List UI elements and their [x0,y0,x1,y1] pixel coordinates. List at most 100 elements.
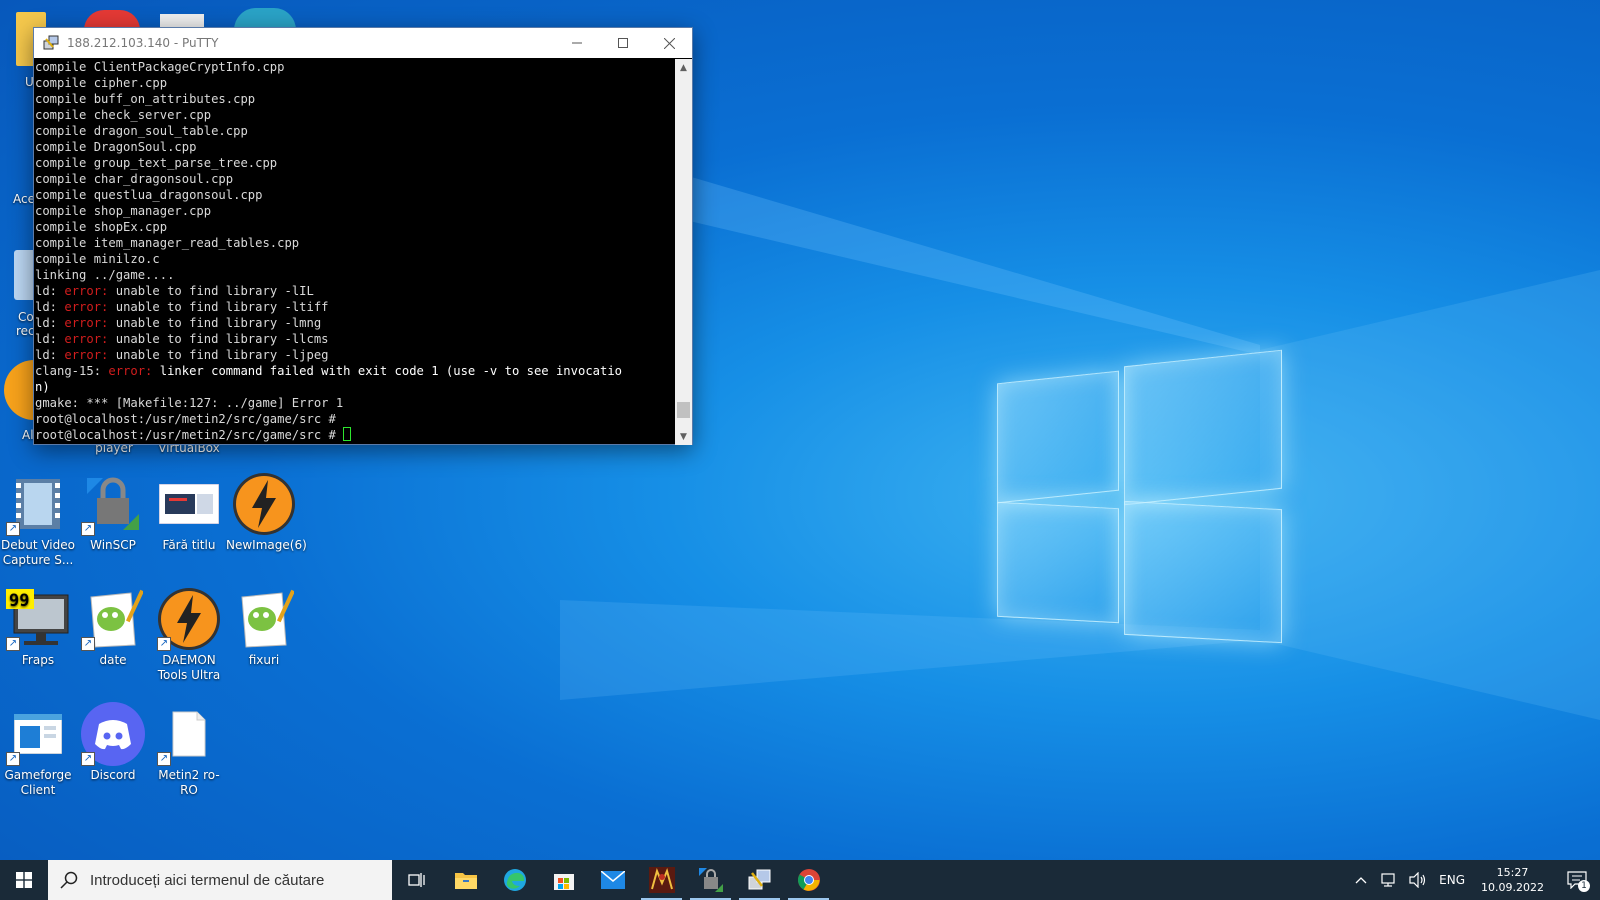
task-view-icon [407,873,425,887]
terminal-line: compile char_dragonsoul.cpp [35,171,665,187]
desktop-icon-label: Fără titlu [162,538,216,552]
terminal-line: ld: error: unable to find library -ljpeg [35,347,665,363]
putty-button[interactable] [735,860,784,900]
language-label: ENG [1439,873,1466,887]
store-button[interactable] [539,860,588,900]
terminal-text: gmake: *** [Makefile:127: ../game] Error… [35,396,344,410]
terminal-text: ld: [35,332,65,346]
terminal-line: clang-15: error: linker command failed w… [35,363,665,379]
winscp-icon [698,868,723,892]
desktop-icon-daemon-tools[interactable]: ↗ DAEMON Tools Ultra [151,587,227,683]
edge-button[interactable] [490,860,539,900]
terminal-text: compile questlua_dragonsoul.cpp [35,188,263,202]
desktop-icon-date[interactable]: ↗ date [75,587,151,668]
terminal-line: compile group_text_parse_tree.cpp [35,155,665,171]
putty-icon [748,869,770,890]
desktop-icon-discord[interactable]: ↗ Discord [75,702,151,783]
terminal-scrollbar[interactable]: ▲ ▼ [675,59,692,445]
desktop-icon-label: date [99,653,127,667]
putty-icon [43,35,59,51]
volume-button[interactable] [1403,860,1433,900]
desktop-icon-fraps[interactable]: 99 ↗ Fraps [0,587,76,668]
desktop-icon-metin2[interactable]: ↗ Metin2 ro-RO [151,702,227,798]
windows-start-icon [16,872,32,888]
chevron-up-icon [1355,877,1367,884]
minimize-icon [572,42,582,44]
terminal-cursor [343,427,352,441]
close-button[interactable] [646,28,692,58]
action-center-button[interactable]: 1 [1554,860,1600,900]
desktop-icon-label: rec [16,324,35,338]
terminal-text: ld: [35,300,65,314]
desktop-icon-label: Ace [13,192,35,206]
terminal-text: compile ClientPackageCryptInfo.cpp [35,60,285,74]
language-indicator[interactable]: ENG [1433,860,1471,900]
desktop-icon-gameforge[interactable]: ↗ Gameforge Client [0,702,76,798]
terminal-line: compile check_server.cpp [35,107,665,123]
terminal-error-text: error: [64,316,109,330]
metin2-icon [648,867,675,893]
desktop-icon-fixuri[interactable]: fixuri [226,587,302,668]
terminal-text: root@localhost:/usr/metin2/src/game/src … [35,412,344,426]
winscp-button[interactable] [686,860,735,900]
minimize-button[interactable] [554,28,600,58]
terminal-error-text: error: [108,364,153,378]
terminal-line: compile minilzo.c [35,251,665,267]
video-capture-icon: ↗ [6,472,70,536]
terminal-text: compile shop_manager.cpp [35,204,212,218]
terminal-line: ld: error: unable to find library -llcms [35,331,665,347]
desktop-icon-winscp[interactable]: ↗ WinSCP [75,472,151,553]
desktop-icon-newimage[interactable]: NewImage(6) [226,472,307,553]
terminal-error-text: error: [64,284,109,298]
discord-icon: ↗ [81,702,145,766]
terminal-text: compile DragonSoul.cpp [35,140,197,154]
search-placeholder: Introduceți aici termenul de căutare [90,871,325,889]
mail-button[interactable] [588,860,637,900]
clock-date: 10.09.2022 [1481,881,1544,894]
desktop-icon-label: fixuri [248,653,280,667]
desktop-icon-label: WinSCP [90,538,136,552]
maximize-icon [618,38,628,48]
task-view-button[interactable] [392,860,441,900]
putty-title: 188.212.103.140 - PuTTY [67,36,219,50]
terminal-text: compile group_text_parse_tree.cpp [35,156,278,170]
clock[interactable]: 15:27 10.09.2022 [1471,865,1554,895]
notepad-plus-icon: ↗ [81,587,145,651]
svg-text:99: 99 [9,591,29,611]
network-button[interactable] [1373,860,1403,900]
terminal-output[interactable]: compile ClientPackageCryptInfo.cpp compil… [35,59,665,445]
chrome-icon [797,869,820,891]
scroll-thumb[interactable] [677,402,690,418]
terminal-line: compile questlua_dragonsoul.cpp [35,187,665,203]
scroll-up-icon[interactable]: ▲ [675,59,692,76]
terminal-line: linking ../game.... [35,267,665,283]
terminal-line: compile DragonSoul.cpp [35,139,665,155]
scroll-down-icon[interactable]: ▼ [675,428,692,445]
desktop-icon-debut[interactable]: ↗ Debut Video Capture S... [0,472,76,568]
chrome-button[interactable] [784,860,833,900]
winscp-icon: ↗ [81,472,145,536]
maximize-button[interactable] [600,28,646,58]
metin2-button[interactable] [637,860,686,900]
putty-window[interactable]: 188.212.103.140 - PuTTY compile ClientPa… [33,27,693,445]
blank-file-icon: ↗ [157,702,221,766]
putty-titlebar[interactable]: 188.212.103.140 - PuTTY [34,28,692,58]
desktop-icon-label: Discord [90,768,136,782]
terminal-error-text: error: [64,300,109,314]
terminal-text: clang-15: [35,364,109,378]
terminal-line: compile buff_on_attributes.cpp [35,91,665,107]
terminal-text: compile dragon_soul_table.cpp [35,124,248,138]
desktop-icon-label: Gameforge Client [4,768,72,797]
terminal-error-text: error: [64,348,109,362]
terminal-line: compile shopEx.cpp [35,219,665,235]
file-explorer-button[interactable] [441,860,490,900]
taskbar-search-box[interactable]: Introduceți aici termenul de căutare [48,860,392,900]
terminal-text: compile minilzo.c [35,252,160,266]
terminal-text: ld: [35,316,65,330]
gameforge-icon: ↗ [6,702,70,766]
show-hidden-icons-button[interactable] [1349,860,1373,900]
start-button[interactable] [0,860,48,900]
terminal-line: compile item_manager_read_tables.cpp [35,235,665,251]
terminal-text: unable to find library -ljpeg [108,348,329,362]
desktop-icon-fara-titlu[interactable]: Fără titlu [151,472,227,553]
